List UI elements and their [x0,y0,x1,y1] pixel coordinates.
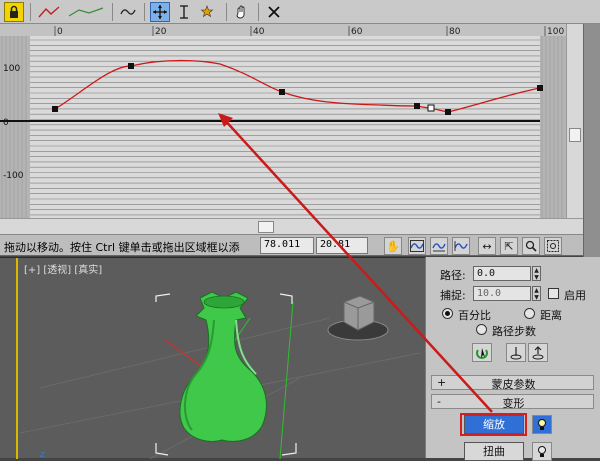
curve-graph-canvas[interactable]: 0 20 40 60 80 100 100 0 -100 [0,24,566,218]
vase-object [179,291,267,442]
path-field[interactable]: 0.0 [473,266,531,281]
zoom-value-extents-icon[interactable] [452,237,470,255]
align-shape-icon[interactable] [528,343,548,362]
hand-icon[interactable] [232,2,252,22]
vertical-scrollbar[interactable] [566,24,583,218]
deform-rollout[interactable]: - 变形 [431,394,594,410]
enable-checkbox[interactable] [548,288,559,299]
distance-radio[interactable] [524,308,535,319]
y-tick-label: 100 [3,64,20,74]
path-steps-radio[interactable] [476,324,487,335]
y-tick-label: -100 [3,171,24,181]
curve-graph[interactable]: 0 20 40 60 80 100 100 0 -100 [0,24,583,218]
zoom-extents-icon[interactable] [408,237,426,255]
path-label: 路径: [440,269,466,282]
status-message: 拖动以移动。按住 Ctrl 键单击或拖出区域框以添 [4,241,240,254]
y-value-field[interactable]: 20.81 [316,237,368,254]
control-point [128,63,134,69]
x-tick-label: 80 [449,27,461,37]
twist-light-bulb-icon[interactable] [532,442,552,461]
zoom-horizontal-extents-icon[interactable] [430,237,448,255]
path-spinner[interactable]: ▲ ▼ [532,266,541,281]
selected-control-point [427,104,435,112]
x-tick-label: 60 [351,27,363,37]
snap-label: 捕捉: [440,289,466,302]
control-point [414,103,420,109]
snap-spinner[interactable]: ▲ ▼ [532,286,541,301]
y-tick-label: 0 [3,118,9,128]
x-tick-label: 20 [155,27,167,37]
x-tick-label: 100 [547,27,564,37]
x-value-field[interactable]: 78.011 [260,237,314,254]
control-point [445,109,451,115]
perspective-viewport[interactable]: [+] [透视] [真实] z [0,257,425,459]
control-point [279,89,285,95]
view-cube-icon [327,295,389,341]
x-tick-label: 40 [253,27,265,37]
insert-corner-point-icon[interactable] [198,2,218,22]
path-steps-label: 路径步数 [492,325,536,338]
snap-field[interactable]: 10.0 [473,286,531,301]
curve-editor-toolbar [0,0,600,24]
skin-params-rollout[interactable]: + 蒙皮参数 [431,375,594,391]
curve-color-icon[interactable] [36,2,62,22]
move-control-point-icon[interactable] [150,2,170,22]
enable-label: 启用 [564,289,586,302]
percent-label: 百分比 [458,309,491,322]
move-shape-icon[interactable] [506,343,526,362]
horizontal-scrollbar[interactable] [0,218,583,234]
zoom-vertical-icon[interactable] [522,237,540,255]
control-point [52,106,58,112]
panel-edge [583,24,600,264]
zoom-region-icon[interactable] [544,237,562,255]
zoom-horizontal-icon[interactable]: ⇱ [500,237,518,255]
swap-curves-icon[interactable] [66,2,106,22]
distance-label: 距离 [540,309,562,322]
status-bar: 拖动以移动。按住 Ctrl 键单击或拖出区域框以添 78.011 20.81 ✋… [0,234,583,256]
control-point [537,85,543,91]
percent-radio[interactable] [442,308,453,319]
deform-title: 变形 [502,397,525,410]
viewport-scene: z [19,291,421,459]
pick-shape-icon[interactable] [472,343,492,362]
skin-params-title: 蒙皮参数 [491,378,536,391]
lock-icon[interactable] [4,2,24,22]
scale-control-point-icon[interactable] [174,2,194,22]
x-tick-label: 0 [57,27,63,37]
zoom-icon[interactable]: ↔ [478,237,496,255]
vertical-scroll-thumb[interactable] [569,128,581,142]
reset-curves-icon[interactable] [118,2,138,22]
light-bulb-icon[interactable] [532,415,552,434]
twist-button[interactable]: 扭曲 [464,442,524,461]
delete-control-point-icon[interactable] [264,2,284,22]
scale-button-highlight [460,413,527,436]
pan-icon[interactable]: ✋ [384,237,402,255]
horizontal-scroll-thumb[interactable] [258,221,274,233]
